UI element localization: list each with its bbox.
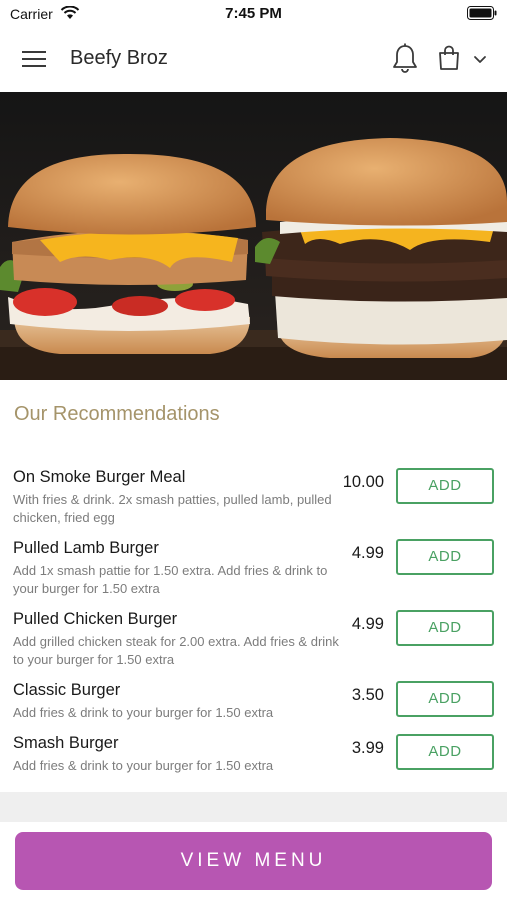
app-title: Beefy Broz bbox=[70, 47, 168, 69]
item-description: With fries & drink. 2x smash patties, pu… bbox=[13, 492, 332, 525]
item-description: Add grilled chicken steak for 2.00 extra… bbox=[13, 634, 339, 667]
item-name: Classic Burger bbox=[13, 681, 121, 699]
section-divider bbox=[0, 792, 507, 822]
item-name: Pulled Chicken Burger bbox=[13, 610, 178, 628]
nav-bar: Beefy Broz bbox=[0, 28, 507, 92]
add-button[interactable]: ADD bbox=[396, 610, 494, 646]
chevron-down-icon[interactable] bbox=[472, 54, 488, 66]
shopping-bag-icon[interactable] bbox=[437, 45, 461, 71]
add-button[interactable]: ADD bbox=[396, 468, 494, 504]
status-time: 7:45 PM bbox=[225, 5, 282, 22]
item-name: Pulled Lamb Burger bbox=[13, 539, 159, 557]
item-price: 3.99 bbox=[351, 739, 384, 757]
item-description: Add fries & drink to your burger for 1.5… bbox=[13, 758, 274, 773]
battery-icon bbox=[467, 6, 497, 20]
bell-icon[interactable] bbox=[391, 43, 419, 75]
recommendations-title: Our Recommendations bbox=[14, 403, 220, 425]
burgers-photo bbox=[0, 92, 507, 380]
hamburger-menu-icon[interactable] bbox=[22, 48, 48, 70]
status-bar: Carrier 7:45 PM bbox=[0, 0, 507, 28]
item-description: Add fries & drink to your burger for 1.5… bbox=[13, 705, 274, 720]
add-button[interactable]: ADD bbox=[396, 734, 494, 770]
item-description: Add 1x smash pattie for 1.50 extra. Add … bbox=[13, 563, 328, 596]
hero-image bbox=[0, 92, 507, 380]
item-name: Smash Burger bbox=[13, 734, 119, 752]
item-price: 3.50 bbox=[351, 686, 384, 704]
add-button[interactable]: ADD bbox=[396, 681, 494, 717]
view-menu-button[interactable]: VIEW MENU bbox=[15, 832, 492, 890]
bottom-bar: VIEW MENU bbox=[0, 822, 507, 900]
item-price: 4.99 bbox=[351, 615, 384, 633]
item-name: On Smoke Burger Meal bbox=[13, 468, 186, 486]
item-price: 4.99 bbox=[351, 544, 384, 562]
add-button[interactable]: ADD bbox=[396, 539, 494, 575]
item-price: 10.00 bbox=[342, 473, 384, 491]
